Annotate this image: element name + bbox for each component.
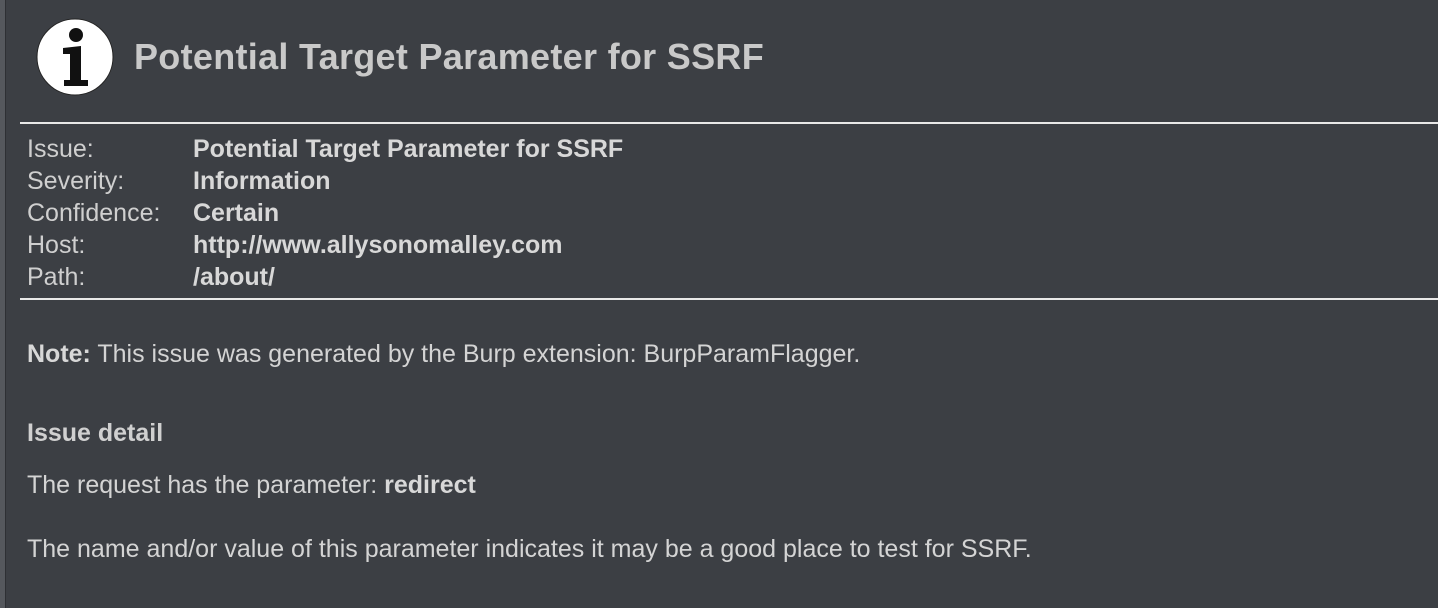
summary-label: Severity: — [27, 167, 125, 195]
extension-note: Note: This issue was generated by the Bu… — [27, 340, 860, 369]
issue-summary-table: Issue: Potential Target Parameter for SS… — [27, 133, 623, 293]
issue-detail-parameter-line: The request has the parameter: redirect — [27, 471, 476, 500]
note-label: Note: — [27, 340, 91, 368]
divider-top — [20, 122, 1438, 124]
summary-row-host: Host: http://www.allysonomalley.com — [27, 229, 623, 261]
issue-header: Potential Target Parameter for SSRF — [36, 18, 764, 96]
divider-bottom — [20, 298, 1438, 300]
note-text: This issue was generated by the Burp ext… — [90, 340, 861, 368]
summary-row-issue: Issue: Potential Target Parameter for SS… — [27, 133, 623, 165]
summary-label: Host: — [27, 231, 86, 259]
summary-value: Certain — [193, 199, 280, 227]
issue-detail-description: The name and/or value of this parameter … — [27, 535, 1032, 563]
summary-label: Path: — [27, 263, 86, 291]
summary-value: /about/ — [193, 263, 275, 291]
issue-title: Potential Target Parameter for SSRF — [134, 36, 764, 77]
summary-label: Confidence: — [27, 199, 161, 227]
summary-value: Information — [193, 167, 331, 195]
summary-value: http://www.allysonomalley.com — [193, 231, 563, 259]
detail-prefix: The request has the parameter: — [27, 471, 385, 499]
summary-label: Issue: — [27, 135, 94, 163]
panel-edge — [0, 0, 6, 608]
summary-value: Potential Target Parameter for SSRF — [193, 135, 624, 163]
summary-row-confidence: Confidence: Certain — [27, 197, 623, 229]
issue-detail-heading: Issue detail — [27, 419, 164, 447]
parameter-name: redirect — [384, 471, 476, 499]
info-icon — [36, 18, 114, 96]
summary-row-path: Path: /about/ — [27, 261, 623, 293]
summary-row-severity: Severity: Information — [27, 165, 623, 197]
